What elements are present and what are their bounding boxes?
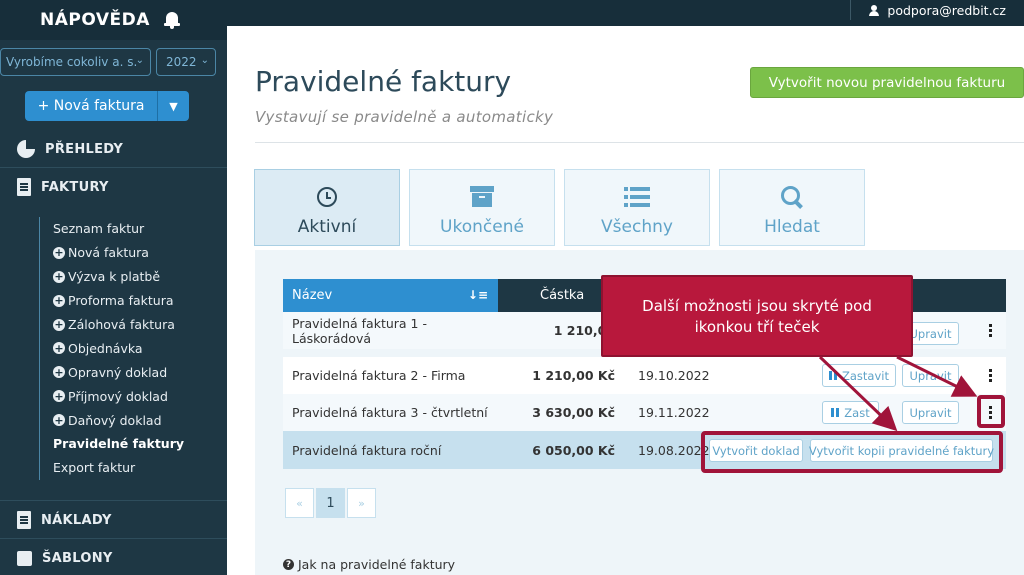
annotation-arrows (818, 355, 978, 432)
